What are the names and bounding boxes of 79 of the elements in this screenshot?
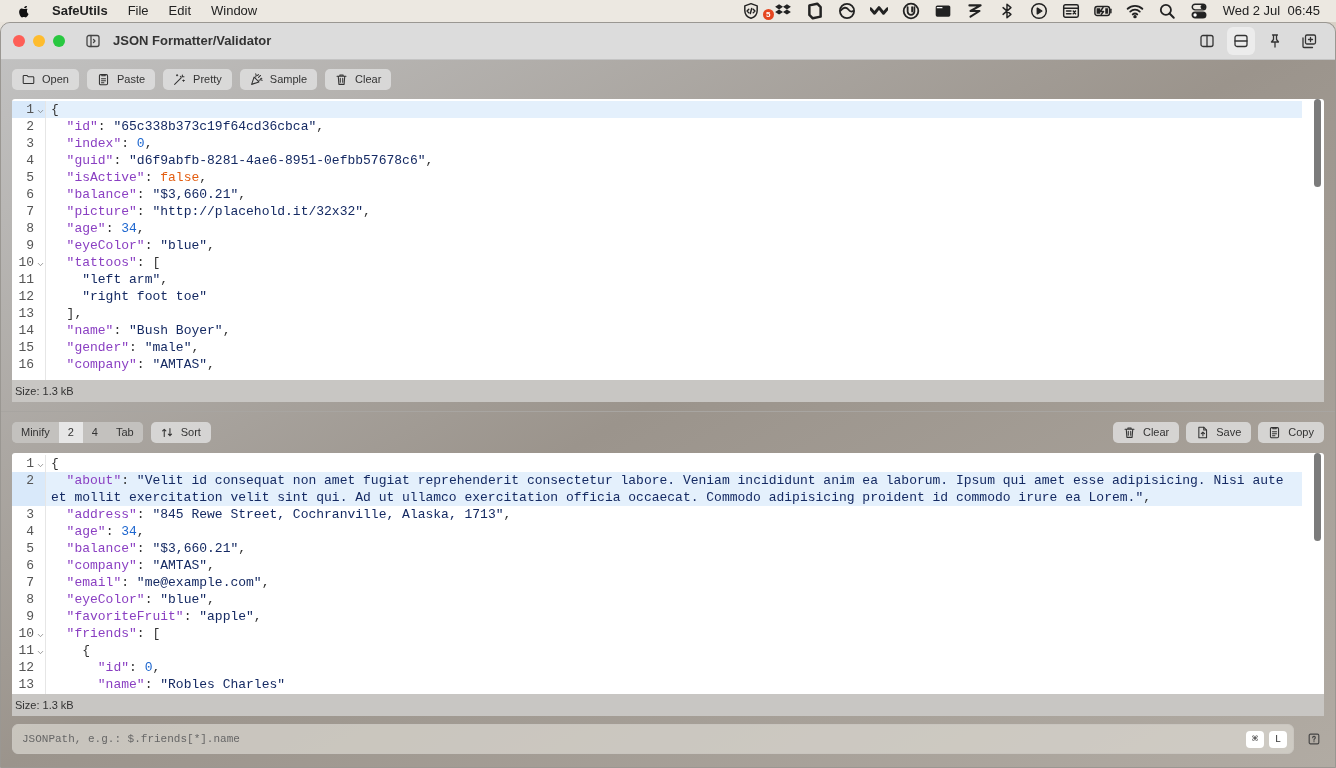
line-number: 12 <box>17 288 34 305</box>
toolbar-button[interactable]: Paste <box>86 69 156 90</box>
line-number: 1 <box>25 101 34 118</box>
toolbar-button[interactable]: Copy <box>1258 422 1324 443</box>
circle-icon[interactable] <box>837 2 856 20</box>
magic-wand-icon <box>173 73 187 86</box>
window-icon[interactable] <box>933 2 952 20</box>
folder-icon <box>22 73 35 86</box>
notification-badge: 5 <box>762 9 774 20</box>
split-columns-icon <box>1199 33 1215 49</box>
line-number: 11 <box>17 271 34 288</box>
line-number: 10 <box>17 625 34 642</box>
line-number: 1 <box>25 455 34 472</box>
line-number: 6 <box>25 557 34 574</box>
menu-item[interactable]: Edit <box>168 1 191 21</box>
line-number: 13 <box>17 676 34 693</box>
sort-arrows-icon <box>160 426 174 439</box>
help-icon[interactable] <box>1307 732 1321 746</box>
line-number: 7 <box>25 574 34 591</box>
trash-icon <box>1122 426 1136 439</box>
new-window-icon <box>1301 33 1317 49</box>
toolbar-button[interactable]: Pretty <box>163 69 232 90</box>
status-text: Size: 1.3 kB <box>15 383 74 399</box>
trash-icon <box>335 73 349 86</box>
sidebar-toggle-icon[interactable] <box>85 33 101 49</box>
clipboard-icon <box>1268 426 1282 439</box>
control-center-icon[interactable] <box>1189 2 1208 20</box>
app-menu[interactable]: SafeUtils <box>52 1 108 21</box>
menu-item[interactable]: File <box>127 1 149 21</box>
shortcut-key: ⌘ <box>1246 730 1264 748</box>
zigzag-icon[interactable] <box>965 2 984 20</box>
play-icon[interactable] <box>1029 2 1048 20</box>
line-number: 13 <box>17 305 34 322</box>
line-number: 15 <box>17 339 34 356</box>
clipboard-icon <box>96 73 110 86</box>
scrollbar-thumb[interactable] <box>1314 99 1321 187</box>
line-number: 2 <box>25 472 34 489</box>
toolbar-button[interactable]: Sample <box>239 69 318 90</box>
line-number: 4 <box>25 523 34 540</box>
query-bar[interactable]: JSONPath, e.g.: $.friends[*].name ⌘ L <box>12 724 1294 754</box>
shield-code-icon[interactable] <box>741 2 760 20</box>
line-number: 5 <box>25 169 34 186</box>
line-number: 14 <box>17 322 34 339</box>
toolbar-button[interactable]: Clear <box>325 69 392 90</box>
line-number: 16 <box>17 356 34 373</box>
toolbar-button[interactable]: Open <box>12 69 79 90</box>
line-number: 9 <box>25 237 34 254</box>
line-number: 8 <box>25 220 34 237</box>
wifi-icon[interactable] <box>1125 2 1144 20</box>
line-number: 9 <box>25 608 34 625</box>
line-number: 5 <box>25 540 34 557</box>
panel-icon[interactable] <box>1061 2 1080 20</box>
menu-bar-clock: Wed 2 Jul 06:45 <box>1222 2 1320 21</box>
status-text: Size: 1.3 kB <box>15 697 74 713</box>
search-icon[interactable] <box>1157 2 1176 20</box>
layout-button[interactable] <box>1227 27 1255 55</box>
shortcut-key: L <box>1269 730 1287 748</box>
window-title: JSON Formatter/Validator <box>113 32 272 51</box>
sort-button[interactable]: Sort <box>150 422 211 443</box>
line-number: 12 <box>17 659 34 676</box>
line-number: 2 <box>25 118 34 135</box>
split-rows-icon <box>1233 33 1249 49</box>
line-number: 4 <box>25 152 34 169</box>
torrent-icon[interactable] <box>901 2 920 20</box>
party-popper-icon <box>249 73 263 86</box>
document-arrow-icon <box>1196 426 1210 439</box>
jsonpath-field[interactable]: JSONPath, e.g.: $.friends[*].name <box>22 729 1241 749</box>
indent-option[interactable]: 2 <box>58 422 83 443</box>
toolbar-button[interactable]: Clear <box>1112 422 1180 443</box>
line-number: 7 <box>25 203 34 220</box>
line-number: 3 <box>25 135 34 152</box>
line-number: 11 <box>17 642 34 659</box>
scrollbar-thumb[interactable] <box>1314 453 1321 541</box>
line-number: 10 <box>17 254 34 271</box>
menu-item[interactable]: Window <box>211 1 258 21</box>
toolbar-button[interactable]: Save <box>1186 422 1252 443</box>
line-number: 6 <box>25 186 34 203</box>
line-number: 3 <box>25 506 34 523</box>
line-number: 8 <box>25 591 34 608</box>
